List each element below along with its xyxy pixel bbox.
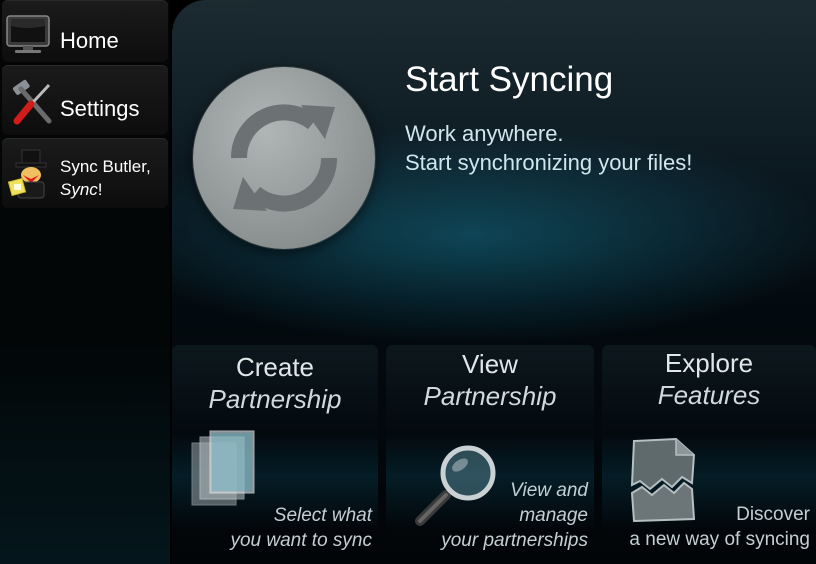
card-description: Discover a new way of syncing [629,502,810,552]
card-title: Explore Features [602,347,816,411]
card-title-line1: View [462,349,518,379]
card-title-line2: Partnership [208,384,342,414]
sidebar-item-label: Home [60,28,119,53]
card-title-line1: Explore [664,348,754,378]
page-subtitle: Work anywhere. Start synchronizing your … [405,119,692,177]
sidebar-item-sync-butler[interactable]: Sync Butler, Sync! [2,138,168,208]
card-title: Create Partnership [172,351,378,415]
card-title-line2: Partnership [423,381,557,411]
monitor-icon [6,15,50,53]
butler-label-line1: Sync Butler, [60,157,151,176]
card-desc-line2: you want to sync [230,530,372,551]
card-title-line1: Create [235,352,315,382]
card-desc-line2: manage [519,505,588,526]
butler-label-exclaim: ! [97,180,103,199]
card-desc-line1: View and [510,480,588,501]
create-partnership-card[interactable]: Create Partnership Select what you want … [172,345,378,564]
sidebar-item-label: Sync Butler, Sync! [60,155,151,201]
card-title: View Partnership [386,348,594,412]
subtitle-line2: Start synchronizing your files! [405,150,693,175]
card-desc-line1: Select what [273,505,372,526]
card-description: Select what you want to sync [230,503,372,553]
sidebar-item-home[interactable]: Home [2,0,168,62]
sidebar-item-settings[interactable]: Settings [2,65,168,135]
wrench-screwdriver-icon [12,79,52,125]
card-desc-line1: Discover [736,504,810,525]
sidebar: Home Settings Sync Butler, Sync! [0,0,170,564]
sync-arrows-icon [230,104,338,212]
page-title: Start Syncing [405,60,614,99]
card-desc-line3: your partnerships [441,530,588,551]
sidebar-item-label: Settings [60,96,140,121]
card-description: View and manage your partnerships [441,478,588,553]
explore-features-card[interactable]: Explore Features Discover a new way of s… [602,345,816,564]
butler-label-sync: Sync [60,180,98,199]
start-sync-button[interactable] [193,67,375,249]
view-partnership-card[interactable]: View Partnership View and manage your pa… [386,345,594,564]
butler-mascot-icon [8,149,47,199]
card-desc-line2: a new way of syncing [629,529,810,550]
subtitle-line1: Work anywhere. [405,121,564,146]
card-title-line2: Features [657,380,761,410]
main-panel: Start Syncing Work anywhere. Start synch… [172,0,816,564]
